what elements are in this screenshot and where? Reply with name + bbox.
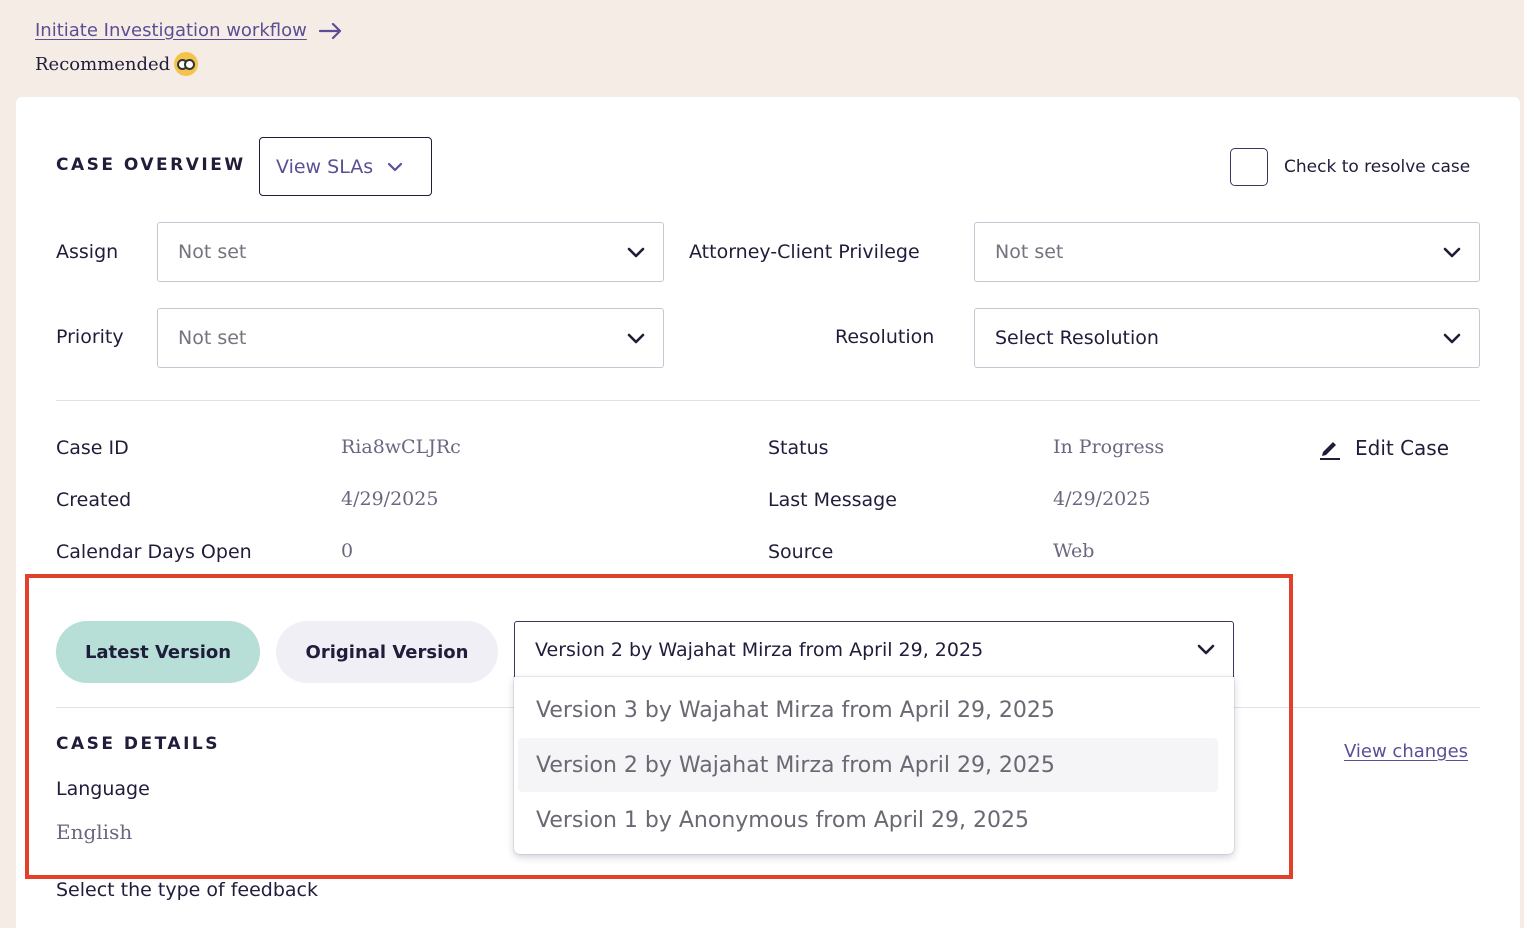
- initiate-investigation-label: Initiate Investigation workflow: [35, 20, 307, 41]
- assign-value: Not set: [178, 241, 247, 263]
- status-value: In Progress: [1053, 436, 1165, 458]
- days-open-label: Calendar Days Open: [56, 541, 252, 563]
- divider: [56, 400, 1480, 401]
- case-id-value: Ria8wCLJRc: [341, 436, 461, 458]
- top-card: [16, 0, 386, 97]
- resolution-value: Select Resolution: [995, 327, 1159, 349]
- language-value: English: [56, 820, 133, 844]
- case-details-title: CASE DETAILS: [56, 734, 220, 754]
- last-message-value: 4/29/2025: [1053, 488, 1151, 510]
- case-overview-title: CASE OVERVIEW: [56, 155, 246, 175]
- source-value: Web: [1053, 540, 1095, 562]
- resolution-select[interactable]: Select Resolution: [974, 308, 1480, 368]
- version-select-value: Version 2 by Wajahat Mirza from April 29…: [535, 638, 984, 661]
- version-option[interactable]: Version 3 by Wajahat Mirza from April 29…: [518, 683, 1218, 737]
- case-panel: CASE OVERVIEW View SLAs Check to resolve…: [16, 97, 1520, 928]
- last-message-label: Last Message: [768, 489, 897, 511]
- recommended-label: Recommended: [35, 53, 171, 75]
- recommended-note: Recommended: [35, 52, 199, 76]
- latest-version-button[interactable]: Latest Version: [56, 621, 260, 683]
- chevron-down-icon: [627, 247, 645, 257]
- nerd-face-emoji-icon: [174, 52, 199, 76]
- pencil-icon: [1320, 442, 1340, 460]
- chevron-down-icon: [1197, 644, 1215, 655]
- version-select[interactable]: Version 2 by Wajahat Mirza from April 29…: [514, 621, 1234, 678]
- edit-case-button[interactable]: Edit Case: [1319, 436, 1449, 460]
- chevron-down-icon: [1443, 333, 1461, 343]
- chevron-down-icon: [627, 333, 645, 343]
- chevron-down-icon: [1443, 247, 1461, 257]
- version-option-selected[interactable]: Version 2 by Wajahat Mirza from April 29…: [518, 738, 1218, 792]
- resolve-case-label: Check to resolve case: [1284, 157, 1471, 177]
- original-version-button[interactable]: Original Version: [276, 621, 498, 683]
- language-label: Language: [56, 778, 150, 800]
- priority-value: Not set: [178, 327, 247, 349]
- feedback-type-label: Select the type of feedback: [56, 879, 318, 901]
- assign-label: Assign: [56, 241, 119, 263]
- edit-case-label: Edit Case: [1355, 436, 1450, 460]
- assign-select[interactable]: Not set: [157, 222, 664, 282]
- days-open-value: 0: [341, 540, 354, 562]
- arrow-right-icon: [318, 22, 341, 39]
- view-slas-button[interactable]: View SLAs: [259, 137, 432, 196]
- case-id-label: Case ID: [56, 437, 129, 459]
- version-dropdown-menu: Version 3 by Wajahat Mirza from April 29…: [514, 677, 1234, 854]
- resolve-case-checkbox[interactable]: [1230, 148, 1268, 186]
- priority-label: Priority: [56, 326, 124, 348]
- status-label: Status: [768, 437, 829, 459]
- chevron-down-icon: [388, 162, 403, 171]
- initiate-investigation-link[interactable]: Initiate Investigation workflow: [35, 20, 343, 41]
- source-label: Source: [768, 541, 834, 563]
- created-label: Created: [56, 489, 132, 511]
- view-slas-label: View SLAs: [276, 155, 374, 178]
- resolution-label: Resolution: [835, 326, 935, 348]
- privilege-value: Not set: [995, 241, 1064, 263]
- privilege-label: Attorney-Client Privilege: [689, 241, 920, 263]
- privilege-select[interactable]: Not set: [974, 222, 1480, 282]
- version-option[interactable]: Version 1 by Anonymous from April 29, 20…: [518, 793, 1218, 847]
- priority-select[interactable]: Not set: [157, 308, 664, 368]
- view-changes-link[interactable]: View changes: [1344, 741, 1468, 762]
- created-value: 4/29/2025: [341, 488, 439, 510]
